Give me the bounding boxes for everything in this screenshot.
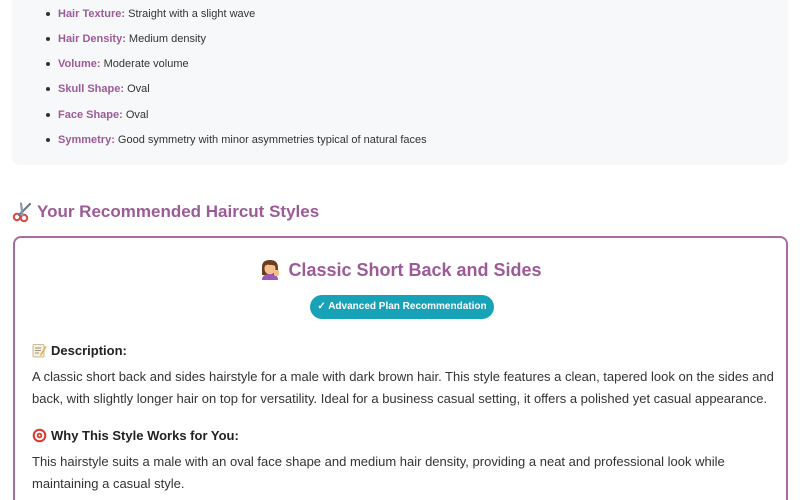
bullet — [46, 62, 50, 66]
section-title: Your Recommended Haircut Styles — [37, 202, 320, 221]
description-heading: Description: — [32, 341, 127, 359]
bullet — [46, 37, 50, 41]
style-card: Classic Short Back and Sides ✓ Advanced … — [13, 236, 788, 500]
description-text: A classic short back and sides hairstyle… — [32, 369, 774, 406]
attribute-name: Volume: — [58, 58, 101, 70]
attribute-name: Hair Density: — [58, 33, 126, 45]
plan-badge: ✓ Advanced Plan Recommendation — [310, 295, 494, 319]
list-item: Hair Texture: Straight with a slight wav… — [46, 7, 256, 21]
list-item: Face Shape: Oval — [46, 108, 149, 122]
attribute-name: Hair Texture: — [58, 8, 126, 20]
attribute-name: Symmetry: — [58, 134, 115, 146]
bullet — [46, 138, 50, 142]
description-heading-text: Description: — [51, 342, 127, 358]
why-heading-text: Why This Style Works for You: — [51, 427, 239, 443]
attribute-name: Face Shape: — [58, 109, 123, 121]
memo-icon — [32, 343, 47, 358]
list-item: Volume: Moderate volume — [46, 57, 189, 71]
person-getting-haircut-icon — [259, 258, 281, 280]
why-text: This hairstyle suits a male with an oval… — [32, 454, 725, 491]
attribute-value: Oval — [125, 109, 149, 121]
bullet — [46, 113, 50, 117]
recommendations-heading: Your Recommended Haircut Styles — [12, 200, 319, 224]
scissors-icon — [12, 202, 34, 223]
attribute-value: Oval — [127, 83, 150, 95]
style-title-text: Classic Short Back and Sides — [288, 260, 542, 280]
attribute-value: Straight with a slight wave — [128, 8, 256, 20]
list-item: Skull Shape: Oval — [46, 82, 150, 96]
style-title: Classic Short Back and Sides — [15, 258, 786, 281]
attribute-value: Medium density — [128, 33, 206, 45]
list-item: Hair Density: Medium density — [46, 32, 206, 46]
list-item: Symmetry: Good symmetry with minor asymm… — [46, 133, 427, 147]
why-heading: Why This Style Works for You: — [32, 426, 239, 444]
analysis-panel: Hair Texture: Straight with a slight wav… — [12, 0, 788, 165]
attribute-value: Moderate volume — [103, 58, 189, 70]
attribute-value: Good symmetry with minor asymmetries typ… — [117, 134, 427, 146]
target-icon — [32, 428, 47, 443]
bullet — [46, 87, 50, 91]
bullet — [46, 12, 50, 16]
attribute-name: Skull Shape: — [58, 83, 125, 95]
